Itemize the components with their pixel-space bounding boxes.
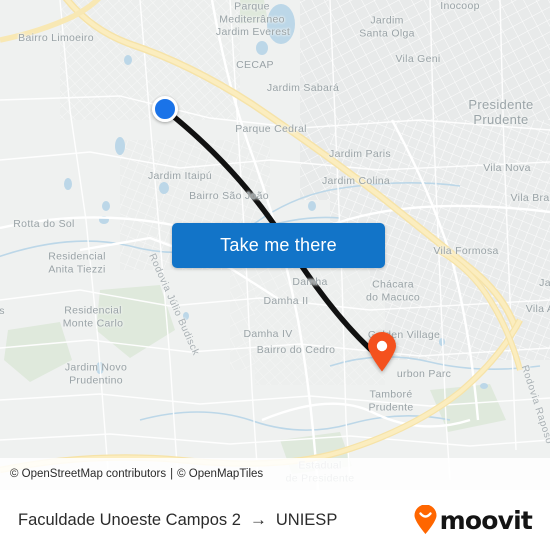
attribution-separator: | <box>170 468 174 480</box>
trip-destination-label: UNIESP <box>275 510 338 529</box>
trip-summary: Faculdade Unoeste Campos 2 → UNIESP <box>18 510 337 530</box>
moovit-logo[interactable]: moovit <box>413 505 533 535</box>
map-canvas[interactable]: Bairro Limoeiro Parque Mediterrâneo Jardim… <box>0 0 550 490</box>
destination-pin-icon[interactable] <box>367 332 397 372</box>
moovit-pin-icon <box>414 505 437 534</box>
trip-footer: Faculdade Unoeste Campos 2 → UNIESP moov… <box>0 490 550 550</box>
openmaptiles-attribution-link[interactable]: © OpenMapTiles <box>177 468 263 480</box>
take-me-there-button[interactable]: Take me there <box>172 223 385 268</box>
moovit-trip-map-screen: Bairro Limoeiro Parque Mediterrâneo Jardim… <box>0 0 550 550</box>
osm-attribution-link[interactable]: © OpenStreetMap contributors <box>10 468 166 480</box>
origin-dot-icon[interactable] <box>152 96 178 122</box>
arrow-right-icon: → <box>249 510 267 529</box>
map-attribution: © OpenStreetMap contributors | © OpenMap… <box>0 458 550 490</box>
trip-origin-label: Faculdade Unoeste Campos 2 <box>18 510 241 529</box>
moovit-wordmark: moovit <box>439 505 533 535</box>
